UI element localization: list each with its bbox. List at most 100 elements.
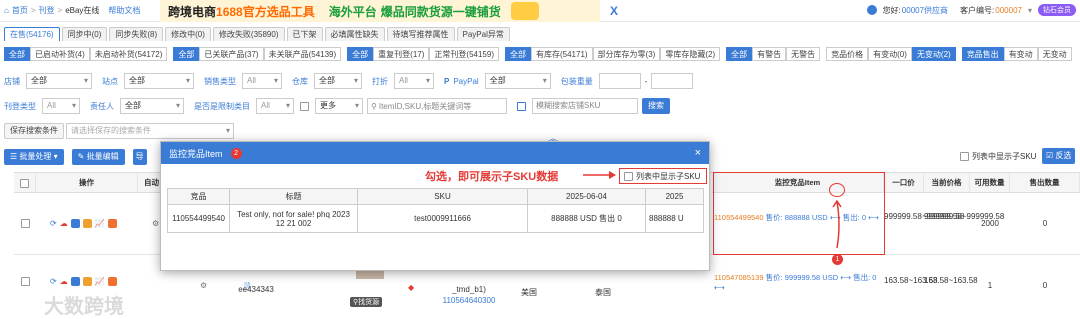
- quick-filter-button[interactable]: 全部: [4, 47, 30, 61]
- breadcrumb-listing[interactable]: 刊登: [39, 5, 55, 16]
- link-icon[interactable]: ⟷: [714, 283, 725, 292]
- store-select[interactable]: 全部: [26, 73, 92, 89]
- find-source-button[interactable]: ⚲找货源: [350, 297, 383, 307]
- paypal-select[interactable]: 全部: [484, 73, 551, 89]
- link-icon-highlight: [829, 183, 845, 197]
- cloud-icon[interactable]: ☁: [60, 219, 68, 228]
- vip-badge[interactable]: 钻石会员: [1038, 4, 1076, 16]
- user-avatar-icon[interactable]: [866, 5, 877, 15]
- quick-filter-button[interactable]: 全部: [726, 47, 753, 61]
- gear-icon[interactable]: ⚙: [152, 219, 159, 228]
- row-checkbox[interactable]: [21, 219, 30, 228]
- chevron-down-icon[interactable]: ▾: [1028, 6, 1032, 15]
- more-select[interactable]: 更多: [315, 98, 363, 114]
- edit-icon[interactable]: [70, 277, 80, 286]
- modal-close-button[interactable]: ×: [695, 147, 701, 159]
- filter-checkbox[interactable]: [300, 101, 309, 111]
- weight-min-input[interactable]: [598, 73, 641, 89]
- item-id-link[interactable]: 110564640300: [434, 296, 504, 305]
- quick-filter-button[interactable]: 竞品价格: [826, 47, 869, 61]
- quick-filter-button[interactable]: 竞品售出: [961, 47, 1004, 61]
- note-icon[interactable]: [82, 219, 92, 228]
- export-button[interactable]: 导: [132, 149, 147, 165]
- quick-filter-button[interactable]: 有变动(0): [868, 47, 912, 61]
- weight-max-input[interactable]: [651, 73, 694, 89]
- discount-select[interactable]: All: [394, 73, 434, 89]
- quick-filter-button[interactable]: 全部: [173, 47, 200, 61]
- weight-label: 包装重量: [560, 76, 593, 86]
- user-id-link[interactable]: 00007供应商: [902, 5, 948, 16]
- quick-filter-button[interactable]: 正常刊登(54159): [429, 47, 499, 61]
- help-doc-link[interactable]: 帮助文档: [108, 5, 140, 16]
- header-select-all[interactable]: [14, 173, 36, 193]
- sku-text: ee434343: [238, 285, 274, 294]
- header-current-price[interactable]: 当前价格: [924, 173, 970, 193]
- chart-icon[interactable]: 📈: [95, 277, 105, 286]
- header-sold-qty[interactable]: 售出数量: [1010, 173, 1080, 193]
- monitor-item-id[interactable]: 110547085139: [714, 273, 764, 282]
- site-select[interactable]: 全部: [124, 73, 194, 89]
- promo-banner[interactable]: 跨境电商 1688官方选品工具 海外平台 爆品同款货源一键铺货 X: [160, 0, 618, 22]
- quick-filter-button[interactable]: 有变动: [1003, 47, 1038, 61]
- listing-type-select[interactable]: All: [42, 98, 80, 114]
- tab-7[interactable]: 待填写推荐属性: [386, 27, 455, 41]
- show-sub-sku-checkbox[interactable]: [960, 152, 969, 161]
- more-icon[interactable]: [107, 219, 117, 228]
- banner-close-button[interactable]: X: [610, 4, 618, 18]
- quick-filter-button[interactable]: 无变动: [1037, 47, 1072, 61]
- modal-show-sub-sku-checkbox[interactable]: [624, 171, 633, 181]
- quick-filter-button[interactable]: 有库存(54171): [530, 47, 593, 61]
- quick-filter-button[interactable]: 部分库存为零(3): [592, 47, 661, 61]
- sold-qty: 0: [1042, 219, 1048, 228]
- restricted-category-select[interactable]: All: [256, 98, 294, 114]
- quick-filter-button[interactable]: 全部: [347, 47, 374, 61]
- tab-8[interactable]: PayPal异常: [456, 27, 510, 41]
- tab-2[interactable]: 同步失败(8): [109, 27, 164, 41]
- header-available-qty[interactable]: 可用数量: [970, 173, 1010, 193]
- fuzzy-search-checkbox[interactable]: [517, 101, 526, 111]
- quick-filter-button[interactable]: 有警告: [752, 47, 787, 61]
- sale-type-select[interactable]: All: [242, 73, 282, 89]
- owner-select[interactable]: 全部: [120, 98, 184, 114]
- quick-filter-button[interactable]: 未关联产品(54139): [263, 47, 342, 61]
- tab-1[interactable]: 同步中(0): [61, 27, 108, 41]
- link-icon[interactable]: ⟷: [840, 273, 851, 282]
- breadcrumb-home[interactable]: 首页: [12, 5, 28, 16]
- quick-filter-button[interactable]: 零库存隐藏(2): [660, 47, 721, 61]
- keyword-search-input[interactable]: ⚲ ItemID,SKU,标题关键词等: [367, 98, 507, 114]
- modal-show-sub-sku[interactable]: 列表中显示子SKU: [619, 168, 707, 184]
- paypal-icon: P: [444, 76, 450, 86]
- sync-icon[interactable]: ⟳: [50, 277, 57, 286]
- note-icon[interactable]: [82, 277, 92, 286]
- quick-filter-button[interactable]: 全部: [504, 47, 531, 61]
- search-button[interactable]: 搜索: [642, 98, 670, 114]
- tab-4[interactable]: 修改失败(35890): [212, 27, 285, 41]
- edit-icon[interactable]: [70, 219, 80, 228]
- row-checkbox[interactable]: [21, 277, 30, 286]
- tab-6[interactable]: 必填属性缺失: [324, 27, 385, 41]
- chart-icon[interactable]: 📈: [95, 219, 105, 228]
- cloud-icon[interactable]: ☁: [60, 277, 68, 286]
- sync-icon[interactable]: ⟳: [50, 219, 57, 228]
- save-search-button[interactable]: 保存搜索条件: [4, 123, 64, 139]
- gear-icon[interactable]: ⚙: [200, 281, 207, 290]
- tab-3[interactable]: 修改中(0): [165, 27, 211, 41]
- quick-filter-button[interactable]: 未启动补货(54172): [89, 47, 168, 61]
- show-sub-sku-toggle[interactable]: 列表中显示子SKU: [960, 151, 1036, 162]
- saved-search-select[interactable]: 请选择保存的搜索条件: [66, 123, 234, 139]
- quick-filter-button[interactable]: 无警告: [786, 47, 821, 61]
- warehouse-select[interactable]: 全部: [314, 73, 362, 89]
- tab-5[interactable]: 已下架: [286, 27, 323, 41]
- batch-process-button[interactable]: ☰ 批量处理 ▾: [4, 149, 64, 165]
- fuzzy-sku-input[interactable]: 模糊搜索店铺SKU: [532, 98, 638, 114]
- header-fixed-price[interactable]: 一口价: [884, 173, 924, 193]
- reverse-select-button[interactable]: ☑ 反选: [1042, 148, 1076, 164]
- home-icon[interactable]: ⌂: [4, 6, 9, 15]
- batch-edit-button[interactable]: ✎ 批量编辑: [71, 149, 125, 165]
- quick-filter-button[interactable]: 重复刊登(17): [373, 47, 430, 61]
- more-icon[interactable]: [107, 277, 117, 286]
- quick-filter-button[interactable]: 无变动(2): [911, 47, 956, 61]
- tab-0[interactable]: 在售(54176): [4, 27, 60, 41]
- quick-filter-button[interactable]: 已启动补货(4): [30, 47, 90, 61]
- quick-filter-button[interactable]: 已关联产品(37): [199, 47, 264, 61]
